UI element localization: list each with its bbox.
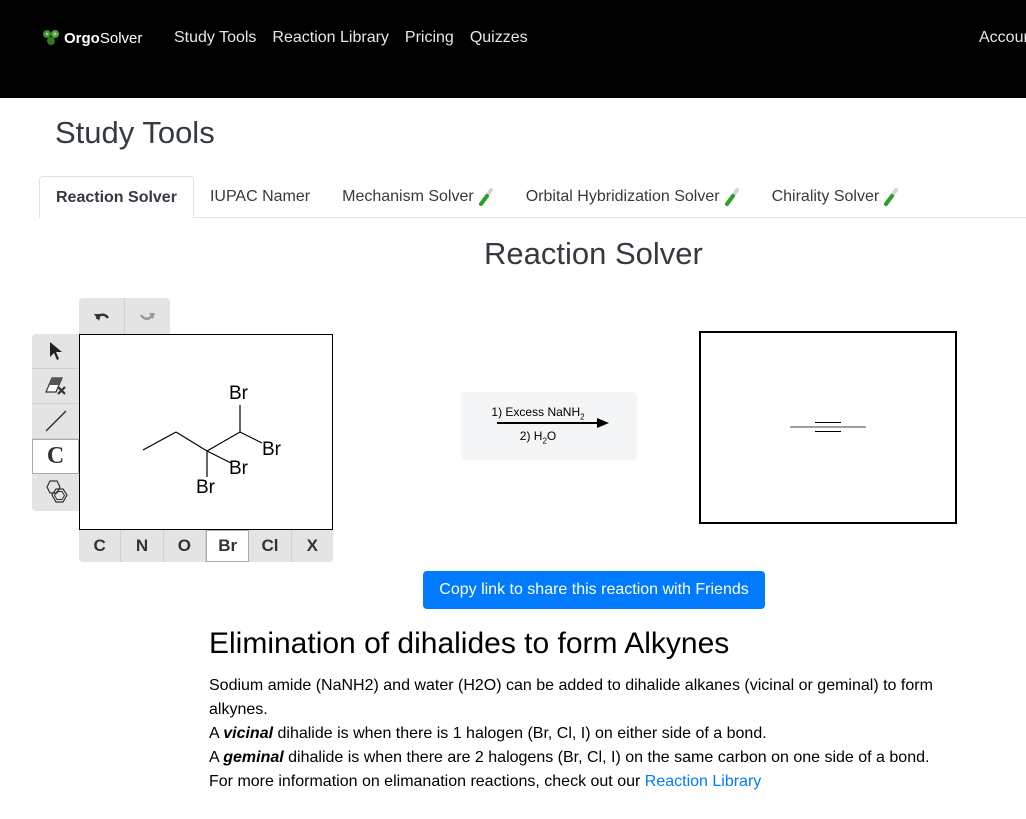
undo-button[interactable] (79, 298, 124, 334)
bond (142, 431, 177, 451)
atom-button-o[interactable]: O (164, 530, 206, 562)
atom-button-c[interactable]: C (79, 530, 122, 562)
emphasis-vicinal: vicinal (223, 725, 274, 742)
undo-icon (93, 313, 109, 321)
atom-label-br: Br (229, 383, 248, 404)
bond-line-icon (44, 410, 67, 432)
description-line: For more information on elimanation reac… (209, 770, 969, 794)
drawing-toolbar: C (32, 334, 79, 511)
atom-label-br: Br (229, 458, 248, 479)
description-line: A vicinal dihalide is when there is 1 ha… (209, 722, 969, 746)
tab-iupac-namer[interactable]: IUPAC Namer (194, 176, 326, 218)
bond-tool[interactable] (32, 404, 79, 439)
description-title: Elimination of dihalides to form Alkynes (209, 627, 730, 660)
description-line: Sodium amide (NaNH2) and water (H2O) can… (209, 677, 933, 718)
tab-label: Reaction Solver (56, 188, 177, 206)
bond (206, 450, 232, 464)
condition-text: 2) H (519, 429, 543, 443)
tab-chirality-solver[interactable]: Chirality Solver (756, 176, 916, 218)
tab-label: Chirality Solver (771, 188, 880, 205)
brand-name-rest: Solver (99, 29, 143, 47)
text: dihalide is when there is 1 halogen (Br,… (273, 725, 767, 742)
emphasis-geminal: geminal (223, 749, 284, 766)
nav-links: Study Tools Reaction Library Pricing Qui… (174, 29, 544, 47)
carbon-chain-icon: C (46, 443, 65, 469)
brand-name-bold: Orgo (64, 29, 100, 47)
tab-reaction-solver[interactable]: Reaction Solver (39, 176, 194, 219)
test-tube-icon (478, 188, 493, 206)
atom-button-cl[interactable]: Cl (249, 530, 292, 562)
eraser-icon (44, 377, 66, 395)
section-title: Reaction Solver (484, 236, 703, 271)
atom-label-br: Br (262, 439, 281, 460)
reactant-structure (142, 405, 263, 477)
brand-logo[interactable]: Orgo Solver (42, 29, 142, 47)
product-canvas (699, 331, 957, 524)
tab-label: IUPAC Namer (209, 188, 311, 205)
nav-link-reaction-library[interactable]: Reaction Library (272, 29, 389, 47)
tab-mechanism-solver[interactable]: Mechanism Solver (326, 176, 510, 218)
text: A (209, 749, 224, 766)
text: A (209, 725, 224, 742)
tab-label: Orbital Hybridization Solver (525, 188, 720, 205)
navbar: Orgo Solver Study Tools Reaction Library… (0, 0, 1026, 98)
test-tube-icon (724, 188, 739, 206)
atom-button-br[interactable]: Br (205, 530, 250, 562)
ring-template-icon (45, 479, 68, 503)
condition-text: O (546, 429, 557, 443)
text: dihalide is when there are 2 halogens (B… (283, 749, 930, 766)
nav-link-quizzes[interactable]: Quizzes (470, 29, 528, 47)
eraser-tool[interactable] (32, 369, 79, 404)
tab-orbital-hybridization-solver[interactable]: Orbital Hybridization Solver (510, 176, 756, 218)
redo-icon (139, 313, 155, 320)
history-toolbar (79, 298, 170, 334)
redo-button[interactable] (124, 298, 169, 334)
ring-tool[interactable] (32, 474, 79, 509)
page-title: Study Tools (55, 115, 215, 150)
bond (239, 431, 263, 444)
nav-link-study-tools[interactable]: Study Tools (174, 29, 256, 47)
molecule-logo-icon (43, 30, 59, 45)
reaction-library-link[interactable]: Reaction Library (645, 773, 762, 790)
select-arrow-icon (49, 342, 62, 360)
nav-link-pricing[interactable]: Pricing (405, 29, 454, 47)
carbon-tool[interactable]: C (32, 439, 79, 474)
atom-selector: C N O Br Cl X (79, 530, 333, 562)
description-body: Sodium amide (NaNH2) and water (H2O) can… (209, 674, 969, 794)
atom-button-n[interactable]: N (121, 530, 164, 562)
test-tube-icon (884, 188, 899, 206)
description-line: A geminal dihalide is when there are 2 h… (209, 746, 969, 770)
product-alkyne-structure (790, 422, 866, 432)
reaction-arrow-icon (497, 418, 609, 428)
select-tool[interactable] (32, 334, 79, 369)
reactant-drawing-canvas[interactable]: Br Br Br Br (79, 334, 333, 530)
bond (175, 431, 208, 452)
nav-link-account[interactable]: Account (979, 29, 1026, 47)
atom-button-x[interactable]: X (292, 530, 333, 562)
text: For more information on elimanation reac… (209, 773, 645, 790)
tab-label: Mechanism Solver (342, 188, 474, 205)
condition-step-2: 2) H2O (461, 429, 637, 445)
share-reaction-button[interactable]: Copy link to share this reaction with Fr… (423, 571, 765, 609)
atom-label-br: Br (196, 477, 215, 498)
reaction-conditions: 1) Excess NaNH2 2) H2O (461, 392, 637, 460)
bond (206, 431, 241, 452)
tool-tabs: Reaction Solver IUPAC Namer Mechanism So… (39, 176, 1026, 219)
